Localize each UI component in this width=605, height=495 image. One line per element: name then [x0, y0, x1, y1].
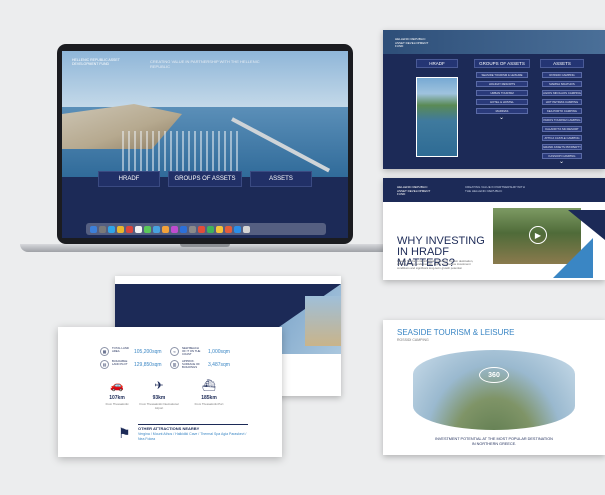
column-assets[interactable]: ASSETS [540, 59, 584, 68]
reminders-icon[interactable] [135, 225, 142, 233]
distance-label: From Thessaloniki [105, 402, 129, 406]
mail-icon[interactable] [153, 225, 160, 233]
settings-icon[interactable] [189, 225, 196, 233]
logo-text: HELLENIC REPUBLIC ASSET DEVELOPMENT FUND [72, 58, 120, 66]
nav-button-hradf[interactable]: HRADF [98, 171, 160, 187]
chevron-down-icon[interactable]: ⌄ [559, 158, 564, 165]
plot-icon: ▤ [100, 360, 109, 369]
slide-body: Greece has been identified as a premium … [397, 259, 474, 270]
launchpad-icon[interactable] [99, 225, 106, 233]
ship-icon: ⛴ [202, 380, 216, 392]
group-item[interactable]: HOTEL & HOSTEL [476, 99, 528, 105]
nav-button-groups[interactable]: GROUPS OF ASSETS [168, 171, 242, 187]
tagline: CREATING VALUE IN PARTNERSHIP WITH THE H… [465, 185, 525, 193]
360-view-button[interactable]: 360 [479, 367, 509, 383]
finder-icon[interactable] [90, 225, 97, 233]
stat-value: 105,200sqm [134, 349, 162, 355]
group-item[interactable]: HOLIDAY RESORTS [476, 81, 528, 87]
distance-value: 107km [109, 395, 125, 401]
distance-label: From Thessaloniki International Airport [139, 402, 179, 410]
safari-icon[interactable] [108, 225, 115, 233]
numbers-icon[interactable] [234, 225, 241, 233]
divider [138, 424, 248, 425]
distance-value: 93km [152, 395, 166, 401]
why-investing-slide: HELLENIC REPUBLIC ASSET DEVELOPMENT FUND… [383, 178, 605, 280]
panorama-image[interactable] [413, 350, 575, 430]
caption-line-2: IN NORTHERN GREECE. [471, 442, 517, 446]
keynote-icon[interactable] [225, 225, 232, 233]
logo-text: HELLENIC REPUBLIC ASSET DEVELOPMENT FUND [395, 37, 429, 48]
stat-label: BUILDABLE LAND PLOT [112, 359, 128, 367]
slide-subtitle: ROSSIDI CAMPING [397, 338, 429, 342]
plane-icon: ✈ [154, 380, 164, 392]
distance-value: 185km [201, 395, 217, 401]
stat-value: 1,000sqm [208, 349, 230, 355]
asset-item[interactable]: MARINA SKIATHOS [542, 81, 582, 87]
stat-label: APPROX. SURFACE OF BUILDINGS [182, 359, 200, 370]
maps-icon[interactable] [198, 225, 205, 233]
attractions-text: Vergina / Mount Athos / Halkidiki Cave /… [138, 432, 247, 441]
trash-icon[interactable] [243, 225, 250, 233]
stat-value: 129,850sqm [134, 362, 162, 368]
navigation-slide: HELLENIC REPUBLIC ASSET DEVELOPMENT FUND… [383, 30, 605, 169]
beach-image [416, 77, 458, 157]
car-icon: 🚗 [110, 380, 124, 392]
asset-item[interactable]: ROSSIDI CAMPING [542, 72, 582, 78]
asset-item[interactable]: KALAVRYTA SKI RESORT [542, 126, 582, 132]
asset-item[interactable]: ATTICA CASTLE CAMPING [542, 135, 582, 141]
area-icon: ▦ [100, 347, 109, 356]
column-groups[interactable]: GROUPS OF ASSETS [474, 59, 530, 68]
laptop-screen: HELLENIC REPUBLIC ASSET DEVELOPMENT FUND… [62, 51, 348, 238]
stat-label: TOTAL LAND AREA [112, 346, 129, 354]
play-icon[interactable]: ▶ [529, 226, 547, 244]
marina-image [122, 131, 242, 171]
group-item[interactable]: SEASIDE TOURISM & LEISURE [476, 72, 528, 78]
slide-caption: INVESTMENT POTENTIAL AT THE MOST POPULAR… [403, 437, 585, 447]
notes-icon[interactable] [117, 225, 124, 233]
pages-icon[interactable] [216, 225, 223, 233]
asset-item[interactable]: PAROS TOURISM CAMPING [542, 117, 582, 123]
asset-item[interactable]: GRAND ASSETS PROPERTY [542, 144, 582, 150]
logo-text: HELLENIC REPUBLIC ASSET DEVELOPMENT FUND [397, 185, 431, 196]
chevron-down-icon[interactable]: ⌄ [499, 114, 504, 121]
music-icon[interactable] [171, 225, 178, 233]
attractions-title: OTHER ATTRACTIONS NEARBY [138, 426, 200, 431]
asset-item[interactable]: AGIOS NIKOLAOS CAMPING [542, 90, 582, 96]
dock [86, 223, 326, 235]
messages-icon[interactable] [144, 225, 151, 233]
laptop-notch [180, 244, 230, 247]
distance-label: From Thessaloniki Port [194, 402, 224, 406]
stats-page: ▦ TOTAL LAND AREA 105,200sqm ≈ NEW BEACH… [58, 327, 282, 457]
seaside-slide: SEASIDE TOURISM & LEISURE ROSSIDI CAMPIN… [383, 320, 605, 455]
asset-item[interactable]: KEA PORTO CAMPING [542, 108, 582, 114]
building-icon: ▥ [170, 360, 179, 369]
nav-button-assets[interactable]: ASSETS [250, 171, 312, 187]
photos-icon[interactable] [162, 225, 169, 233]
slide-title: SEASIDE TOURISM & LEISURE [397, 328, 515, 337]
tagline: CREATING VALUE IN PARTNERSHIP WITH THE H… [150, 59, 260, 69]
group-item[interactable]: URBAN TOURISM [476, 90, 528, 96]
column-hradf[interactable]: HRADF [416, 59, 458, 68]
calendar-icon[interactable] [126, 225, 133, 233]
beach-icon: ≈ [170, 347, 179, 356]
stat-label: NEW BEACH OF IT ON THE COAST [182, 346, 201, 357]
facetime-icon[interactable] [207, 225, 214, 233]
asset-item[interactable]: HOT PETRIAS CAMPING [542, 99, 582, 105]
stat-value: 3,487sqm [208, 362, 230, 368]
appstore-icon[interactable] [180, 225, 187, 233]
coast-image [305, 296, 341, 346]
signpost-icon: ⚑ [118, 425, 131, 441]
